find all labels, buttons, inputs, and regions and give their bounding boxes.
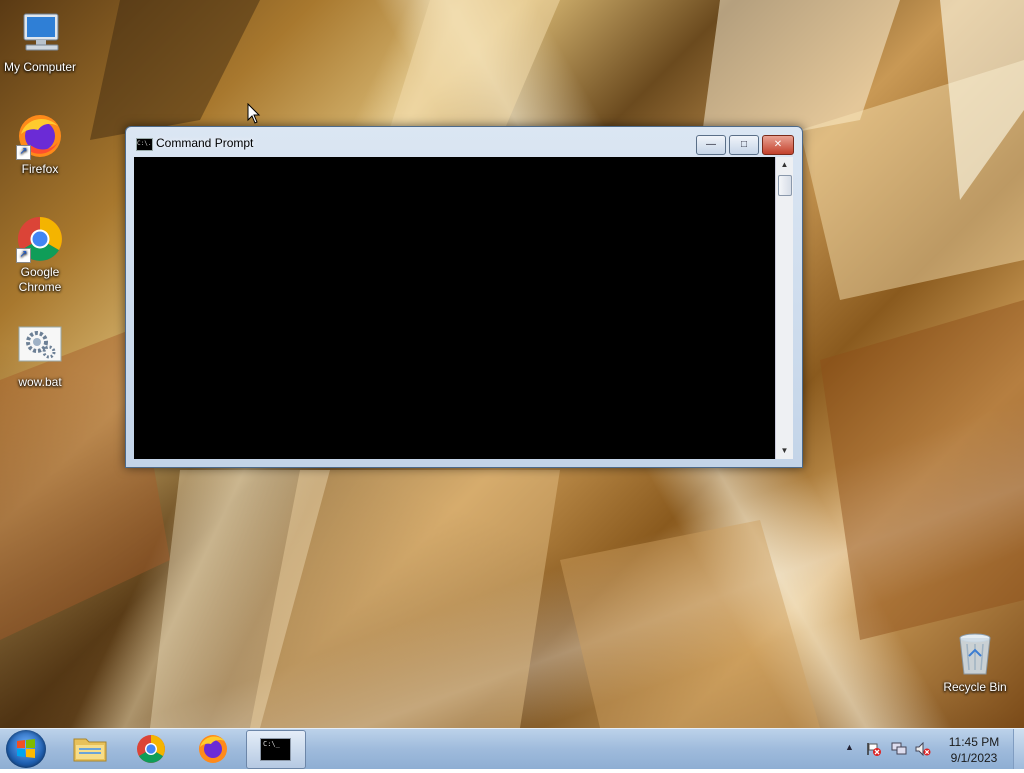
maximize-icon: □ [740,139,748,150]
minimize-icon: — [706,139,716,150]
scroll-up-button[interactable]: ▲ [776,157,793,173]
close-button[interactable]: ✕ [762,135,794,155]
mouse-cursor-icon [247,103,261,124]
chrome-icon: ↗ [16,215,64,263]
command-prompt-icon-text: C:\_ [263,740,280,748]
show-hidden-icons-button[interactable]: ▲ [845,742,861,756]
desktop-icon-label: wow.bat [18,375,62,389]
vertical-scrollbar[interactable]: ▲ ▼ [775,157,793,459]
chevron-up-icon: ▲ [780,160,789,169]
taskbar-item-command-prompt[interactable]: C:\_ [246,730,306,769]
taskbar-item-firefox[interactable] [185,730,241,767]
console-area[interactable] [134,157,775,459]
window-title: Command Prompt [156,136,254,150]
minimize-button[interactable]: — [696,135,726,155]
taskbar-item-windows-explorer[interactable] [62,730,118,767]
windows-explorer-icon [73,738,107,762]
recycle-bin-icon [951,630,999,678]
desktop[interactable]: My Computer ↗ Firefox ↗ Google Chrome wo… [0,0,1024,728]
shortcut-arrow-icon: ↗ [16,248,31,263]
batch-file-gear-icon [16,325,64,373]
show-desktop-button[interactable] [1013,729,1024,769]
clock[interactable]: 11:45 PM 9/1/2023 [943,734,1005,766]
clock-time: 11:45 PM [948,735,1000,749]
desktop-icon-my-computer[interactable]: My Computer [0,10,80,75]
firefox-icon: ↗ [16,112,64,160]
chevron-up-icon: ▲ [845,742,854,752]
desktop-icon-label: Google Chrome [18,265,62,294]
command-prompt-icon: C:\. [136,138,153,151]
windows-logo-icon [17,739,35,758]
network-icon[interactable] [891,742,907,756]
volume-muted-icon[interactable] [915,742,931,756]
desktop-icon-label: Firefox [21,162,59,176]
window-title-bar[interactable]: C:\. Command Prompt — □ ✕ [126,127,802,157]
desktop-icon-google-chrome[interactable]: ↗ Google Chrome [0,215,80,295]
taskbar-item-chrome[interactable] [123,730,179,767]
action-center-flag-error-icon[interactable] [866,742,882,756]
command-prompt-window[interactable]: C:\. Command Prompt — □ ✕ ▲ ▼ [125,126,803,468]
scroll-down-button[interactable]: ▼ [776,443,793,459]
maximize-button[interactable]: □ [729,135,759,155]
taskbar[interactable]: C:\_ ▲ 11:45 PM 9/1/2023 [0,728,1024,769]
chevron-down-icon: ▼ [780,446,789,455]
desktop-icon-wow-bat[interactable]: wow.bat [0,325,80,390]
desktop-icon-label: My Computer [3,60,77,74]
desktop-icon-recycle-bin[interactable]: Recycle Bin [935,630,1015,695]
start-button[interactable] [6,730,46,768]
my-computer-icon [16,10,64,58]
firefox-icon [199,735,227,763]
command-prompt-icon: C:\_ [260,738,291,761]
desktop-icon-label: Recycle Bin [943,680,1007,694]
clock-date: 9/1/2023 [950,751,998,765]
scrollbar-thumb[interactable] [778,175,792,196]
chrome-icon [137,735,165,763]
desktop-icon-firefox[interactable]: ↗ Firefox [0,112,80,177]
close-icon: ✕ [773,139,783,150]
shortcut-arrow-icon: ↗ [16,145,31,160]
